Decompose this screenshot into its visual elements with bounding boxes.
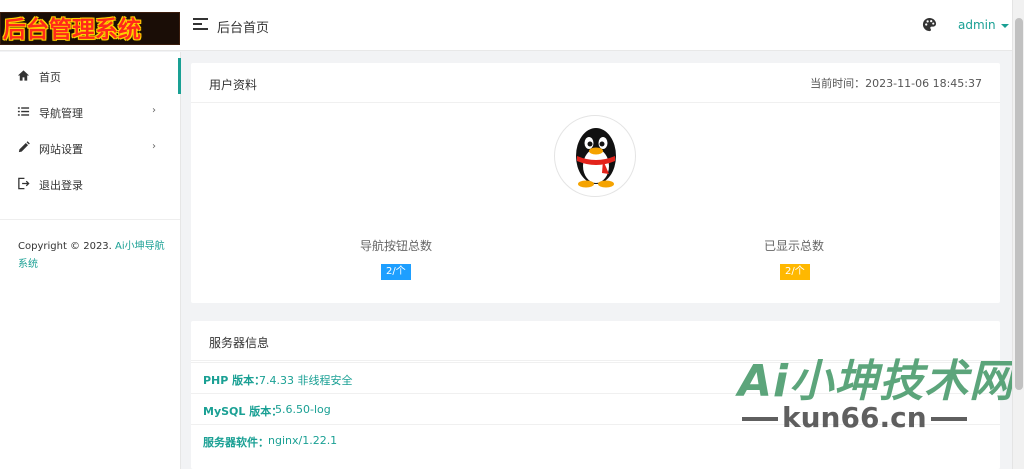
- stat-label-nav-buttons: 导航按钮总数: [360, 239, 433, 253]
- pencil-icon: [18, 141, 30, 153]
- user-name: admin: [958, 18, 996, 32]
- profile-card: 用户资料 当前时间：2023-11-06 18:45:37 导航按钮总数 2/个…: [191, 63, 1000, 303]
- info-key: 服务器软件：: [203, 436, 269, 449]
- info-value: nginx/1.22.1: [268, 434, 338, 447]
- card-title: 服务器信息: [209, 336, 270, 350]
- copyright-text: Copyright © 2023.: [18, 241, 116, 252]
- sidebar-item-home[interactable]: 首页: [0, 58, 181, 94]
- logo-text: 后台管理系统: [3, 16, 141, 43]
- sidebar-item-site-settings[interactable]: 网站设置 ›: [0, 130, 181, 166]
- home-icon: [17, 70, 30, 81]
- server-info-card: 服务器信息 PHP 版本： 7.4.33 非线程安全 MySQL 版本： 5.6…: [191, 321, 1000, 469]
- page-scrollbar[interactable]: [1012, 0, 1024, 469]
- sidebar-item-label: 首页: [39, 71, 61, 84]
- page-title: 后台首页: [217, 21, 270, 36]
- current-time: 当前时间：2023-11-06 18:45:37: [810, 75, 982, 91]
- scrollbar-thumb[interactable]: [1015, 18, 1023, 390]
- stat-label-displayed: 已显示总数: [764, 239, 825, 253]
- info-key: MySQL 版本：: [203, 405, 283, 418]
- sidebar: 首页 导航管理 › 网站设置 › 退出登录 Copyright © 2023. …: [0, 52, 181, 469]
- sidebar-item-nav-manage[interactable]: 导航管理 ›: [0, 94, 181, 130]
- user-menu[interactable]: admin: [958, 18, 1009, 32]
- sidebar-item-label: 退出登录: [39, 179, 83, 192]
- palette-icon[interactable]: [922, 17, 937, 32]
- menu-toggle-icon[interactable]: [193, 18, 208, 31]
- profile-card-header: 用户资料 当前时间：2023-11-06 18:45:37: [191, 63, 1000, 103]
- stat-badge-nav-buttons: 2/个: [381, 264, 411, 280]
- info-key: PHP 版本：: [203, 374, 266, 387]
- copyright: Copyright © 2023. Ai小坤导航系统: [18, 238, 168, 274]
- caret-down-icon: [1000, 23, 1009, 28]
- info-value: 7.4.33 非线程安全: [259, 374, 353, 387]
- list-icon: [17, 107, 30, 116]
- penguin-icon: [576, 128, 616, 188]
- card-title: 用户资料: [209, 78, 258, 92]
- stat-badge-displayed: 2/个: [780, 264, 810, 280]
- info-value: 5.6.50-log: [275, 403, 331, 416]
- top-bar: 后台管理系统 后台首页 admin: [0, 0, 1012, 51]
- info-row-mysql: MySQL 版本： 5.6.50-log: [191, 393, 1000, 424]
- chevron-right-icon: ›: [152, 105, 156, 116]
- sidebar-item-label: 导航管理: [39, 107, 83, 120]
- time-label: 当前时间：: [810, 77, 866, 90]
- time-value: 2023-11-06 18:45:37: [865, 77, 982, 90]
- logout-icon: [18, 177, 30, 190]
- chevron-right-icon: ›: [152, 141, 156, 152]
- info-row-server-software: 服务器软件： nginx/1.22.1: [191, 424, 1000, 455]
- sidebar-divider: [0, 219, 180, 220]
- sidebar-item-logout[interactable]: 退出登录: [0, 166, 181, 202]
- site-logo[interactable]: 后台管理系统: [0, 12, 180, 45]
- server-card-header: 服务器信息: [191, 321, 1000, 361]
- sidebar-item-label: 网站设置: [39, 143, 83, 156]
- avatar: [554, 115, 636, 197]
- info-row-php: PHP 版本： 7.4.33 非线程安全: [191, 362, 1000, 393]
